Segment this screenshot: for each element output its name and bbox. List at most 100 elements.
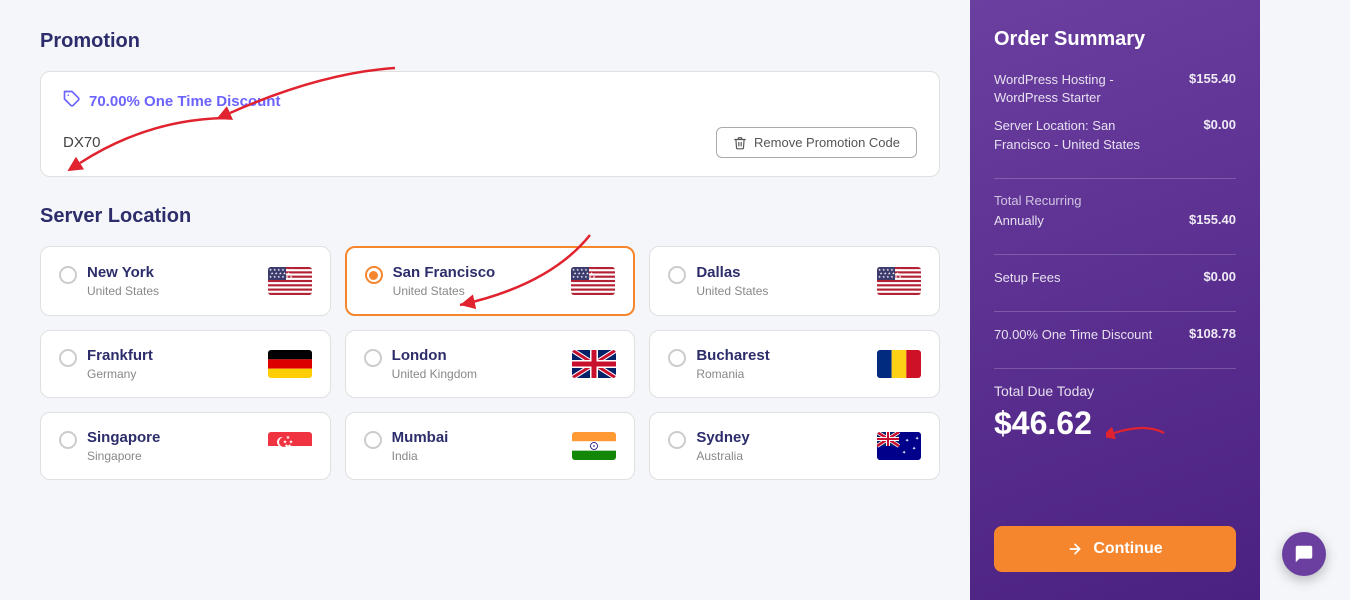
radio-new-york [59,266,77,284]
location-info-new-york: New York United States [87,264,159,298]
divider-4 [994,368,1236,369]
arrow-total [1106,418,1166,448]
radio-dallas [668,266,686,284]
location-info-mumbai: Mumbai India [392,429,449,463]
remove-promo-label: Remove Promotion Code [754,135,900,150]
location-card-dallas[interactable]: Dallas United States ★ ★ ★ ★ ★ ★ ★ ★ [649,246,940,316]
total-due-amount: $46.62 [994,405,1092,442]
order-value-location: $0.00 [1203,117,1236,132]
location-card-new-york[interactable]: New York United States ★ ★ ★ ★ ★ ★ ★ [40,246,331,316]
location-left-singapore: Singapore Singapore [59,429,160,463]
location-country-sydney: Australia [696,449,749,463]
promo-top: 70.00% One Time Discount [63,90,917,113]
remove-promo-button[interactable]: Remove Promotion Code [716,127,917,158]
order-label-hosting: WordPress Hosting - WordPress Starter [994,71,1154,107]
location-name-dallas: Dallas [696,264,768,281]
location-country-san-francisco: United States [393,284,496,298]
promo-tag-icon [63,90,81,113]
location-card-mumbai[interactable]: Mumbai India [345,412,636,480]
order-value-annually: $155.40 [1189,212,1236,227]
total-recurring-label: Total Recurring [994,193,1236,208]
promo-code-value: DX70 [63,134,101,151]
order-value-setup: $0.00 [1203,269,1236,284]
location-country-bucharest: Romania [696,367,769,381]
trash-icon [733,136,747,150]
order-row-discount: 70.00% One Time Discount $108.78 [994,326,1236,344]
location-name-singapore: Singapore [87,429,160,446]
radio-san-francisco [365,266,383,284]
continue-label: Continue [1093,540,1162,558]
radio-singapore [59,431,77,449]
location-left-mumbai: Mumbai India [364,429,449,463]
flag-sg-singapore: ★ ★ ★ ★ ★ [268,432,312,460]
flag-uk-london [572,350,616,378]
location-card-singapore[interactable]: Singapore Singapore ★ ★ ★ ★ ★ [40,412,331,480]
continue-button[interactable]: Continue [994,526,1236,572]
divider-1 [994,178,1236,179]
location-name-new-york: New York [87,264,159,281]
location-name-sydney: Sydney [696,429,749,446]
location-info-sydney: Sydney Australia [696,429,749,463]
svg-text:★ ★ ★ ★ ★ ★: ★ ★ ★ ★ ★ ★ [572,275,597,279]
order-label-discount: 70.00% One Time Discount [994,326,1152,344]
location-card-bucharest[interactable]: Bucharest Romania [649,330,940,398]
location-left-dallas: Dallas United States [668,264,768,298]
order-value-hosting: $155.40 [1189,71,1236,86]
location-grid: New York United States ★ ★ ★ ★ ★ ★ ★ [40,246,940,480]
location-left-frankfurt: Frankfurt Germany [59,347,153,381]
order-summary-sidebar: Order Summary WordPress Hosting - WordPr… [970,0,1260,600]
location-info-singapore: Singapore Singapore [87,429,160,463]
order-row-location: Server Location: San Francisco - United … [994,117,1236,153]
location-name-bucharest: Bucharest [696,347,769,364]
order-row-annually: Annually $155.40 [994,212,1236,230]
location-info-frankfurt: Frankfurt Germany [87,347,153,381]
radio-mumbai [364,431,382,449]
location-left-sydney: Sydney Australia [668,429,749,463]
location-left-bucharest: Bucharest Romania [668,347,769,381]
svg-text:✦: ✦ [915,436,919,442]
location-country-mumbai: India [392,449,449,463]
location-left-san-francisco: San Francisco United States [365,264,496,298]
location-info-london: London United Kingdom [392,347,477,381]
svg-text:★ ★ ★ ★ ★ ★: ★ ★ ★ ★ ★ ★ [878,275,903,279]
radio-bucharest [668,349,686,367]
svg-text:★ ★ ★ ★ ★ ★: ★ ★ ★ ★ ★ ★ [269,275,294,279]
flag-us-san-francisco: ★ ★ ★ ★ ★ ★ ★ ★ ★ ★ ★ ★ ★ ★ ★ ★ ★ [571,267,615,295]
svg-text:✦: ✦ [905,438,909,444]
location-info-bucharest: Bucharest Romania [696,347,769,381]
location-country-singapore: Singapore [87,449,160,463]
server-location-title: Server Location [40,205,940,228]
flag-us-dallas: ★ ★ ★ ★ ★ ★ ★ ★ ★ ★ ★ ★ ★ ★ ★ ★ ★ [877,267,921,295]
promo-bottom: DX70 Remove Promotion Code [63,127,917,158]
order-label-annually: Annually [994,212,1044,230]
location-card-london[interactable]: London United Kingdom [345,330,636,398]
location-card-frankfurt[interactable]: Frankfurt Germany [40,330,331,398]
location-country-frankfurt: Germany [87,367,153,381]
order-label-location: Server Location: San Francisco - United … [994,117,1154,153]
location-name-san-francisco: San Francisco [393,264,496,281]
promotion-title: Promotion [40,30,940,53]
svg-text:★: ★ [287,444,292,450]
location-info-dallas: Dallas United States [696,264,768,298]
flag-in-mumbai [572,432,616,460]
arrow-right-icon [1067,541,1083,557]
total-due-label: Total Due Today [994,383,1236,399]
flag-ro-bucharest [877,350,921,378]
location-card-sydney[interactable]: Sydney Australia [649,412,940,480]
location-name-mumbai: Mumbai [392,429,449,446]
promotion-box: 70.00% One Time Discount DX70 Remove Pro… [40,71,940,177]
flag-de-frankfurt [268,350,312,378]
order-label-setup: Setup Fees [994,269,1061,287]
divider-3 [994,311,1236,312]
flag-au-sydney: ✦ ✦ ✦ ✦ [877,432,921,460]
location-info-san-francisco: San Francisco United States [393,264,496,298]
chat-bubble[interactable] [1282,532,1326,576]
radio-london [364,349,382,367]
order-value-discount: $108.78 [1189,326,1236,341]
radio-sydney [668,431,686,449]
divider-2 [994,254,1236,255]
location-name-frankfurt: Frankfurt [87,347,153,364]
location-card-san-francisco[interactable]: San Francisco United States ★ ★ ★ ★ ★ ★ [345,246,636,316]
svg-text:✦: ✦ [912,446,916,452]
location-name-london: London [392,347,477,364]
